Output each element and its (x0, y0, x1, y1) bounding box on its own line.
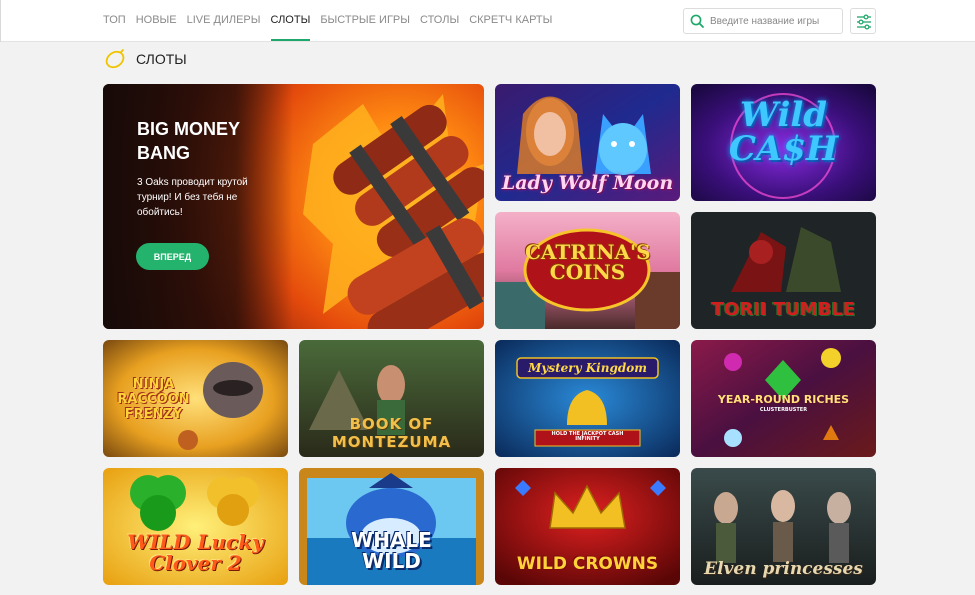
game-subtitle: CLUSTERBUSTER (759, 407, 808, 413)
section-header: СЛОТЫ (104, 48, 187, 70)
game-tile-wild-cash[interactable]: Wild CA$H (691, 84, 876, 201)
game-title: CATRINA'S COINS (525, 240, 651, 284)
game-title: Mystery Kingdom (528, 361, 647, 375)
game-title: YEAR-ROUND RICHES (717, 393, 850, 406)
game-title: BOOK OF MONTEZUMA (331, 415, 452, 451)
nav-item-fast-games[interactable]: БЫСТРЫЕ ИГРЫ (320, 0, 410, 42)
game-tile-elven-princesses[interactable]: Elven princesses (691, 468, 876, 585)
search-input[interactable] (710, 13, 838, 30)
nav-item-tables[interactable]: СТОЛЫ (420, 0, 459, 42)
category-nav: ТОП НОВЫЕ LIVE ДИЛЕРЫ СЛОТЫ БЫСТРЫЕ ИГРЫ… (103, 0, 562, 42)
game-tile-year-round-riches[interactable]: YEAR-ROUND RICHES CLUSTERBUSTER (691, 340, 876, 457)
dynamite-illustration (303, 94, 484, 329)
top-bar: ТОП НОВЫЕ LIVE ДИЛЕРЫ СЛОТЫ БЫСТРЫЕ ИГРЫ… (0, 0, 975, 42)
game-title: TORII TUMBLE (711, 299, 856, 320)
nav-item-new[interactable]: НОВЫЕ (136, 0, 177, 42)
nav-item-top[interactable]: ТОП (103, 0, 126, 42)
search-box (683, 8, 843, 34)
section-title: СЛОТЫ (136, 51, 187, 67)
game-tile-whale-wild[interactable]: WHALE WILD (299, 468, 484, 585)
game-title: WHALE WILD (351, 528, 432, 573)
game-title: WILD Lucky Clover 2 (127, 530, 264, 575)
filter-button[interactable] (850, 8, 876, 34)
game-title: NINJA RACCOON FRENZY (117, 377, 190, 422)
game-tile-catrinas-coins[interactable]: CATRINA'S COINS (495, 212, 680, 329)
search-icon[interactable] (689, 13, 706, 30)
game-tile-book-of-montezuma[interactable]: BOOK OF MONTEZUMA (299, 340, 484, 457)
banner-go-button[interactable]: ВПЕРЕД (136, 243, 209, 270)
game-title: Lady Wolf Moon (501, 172, 674, 194)
game-title: Elven princesses (704, 559, 863, 580)
nav-item-scratch-cards[interactable]: СКРЕТЧ КАРТЫ (469, 0, 552, 42)
banner-title: BIG MONEY BANG (137, 119, 240, 163)
game-title: Wild CA$H (728, 95, 839, 169)
game-tile-ninja-raccoon-frenzy[interactable]: NINJA RACCOON FRENZY (103, 340, 288, 457)
game-tile-lady-wolf-moon[interactable]: Lady Wolf Moon (495, 84, 680, 201)
sliders-icon (857, 14, 871, 30)
game-tile-mystery-kingdom[interactable]: Mystery Kingdom HOLD THE JACKPOT CASH IN… (495, 340, 680, 457)
promo-banner[interactable]: BIG MONEY BANG 3 Oaks проводит крутой ту… (103, 84, 484, 329)
game-tile-wild-lucky-clover-2[interactable]: WILD Lucky Clover 2 (103, 468, 288, 585)
game-tile-wild-crowns[interactable]: WILD CROWNS (495, 468, 680, 585)
window-edge (0, 0, 1, 42)
banner-description: 3 Oaks проводит крутой турнир! И без теб… (137, 177, 248, 218)
game-subtitle: HOLD THE JACKPOT CASH INFINITY (551, 431, 624, 442)
game-tile-torii-tumble[interactable]: TORII TUMBLE (691, 212, 876, 329)
game-title: WILD CROWNS (516, 554, 659, 574)
nav-item-slots[interactable]: СЛОТЫ (270, 0, 310, 42)
lemon-icon (105, 49, 125, 69)
nav-item-live-dealers[interactable]: LIVE ДИЛЕРЫ (187, 0, 261, 42)
